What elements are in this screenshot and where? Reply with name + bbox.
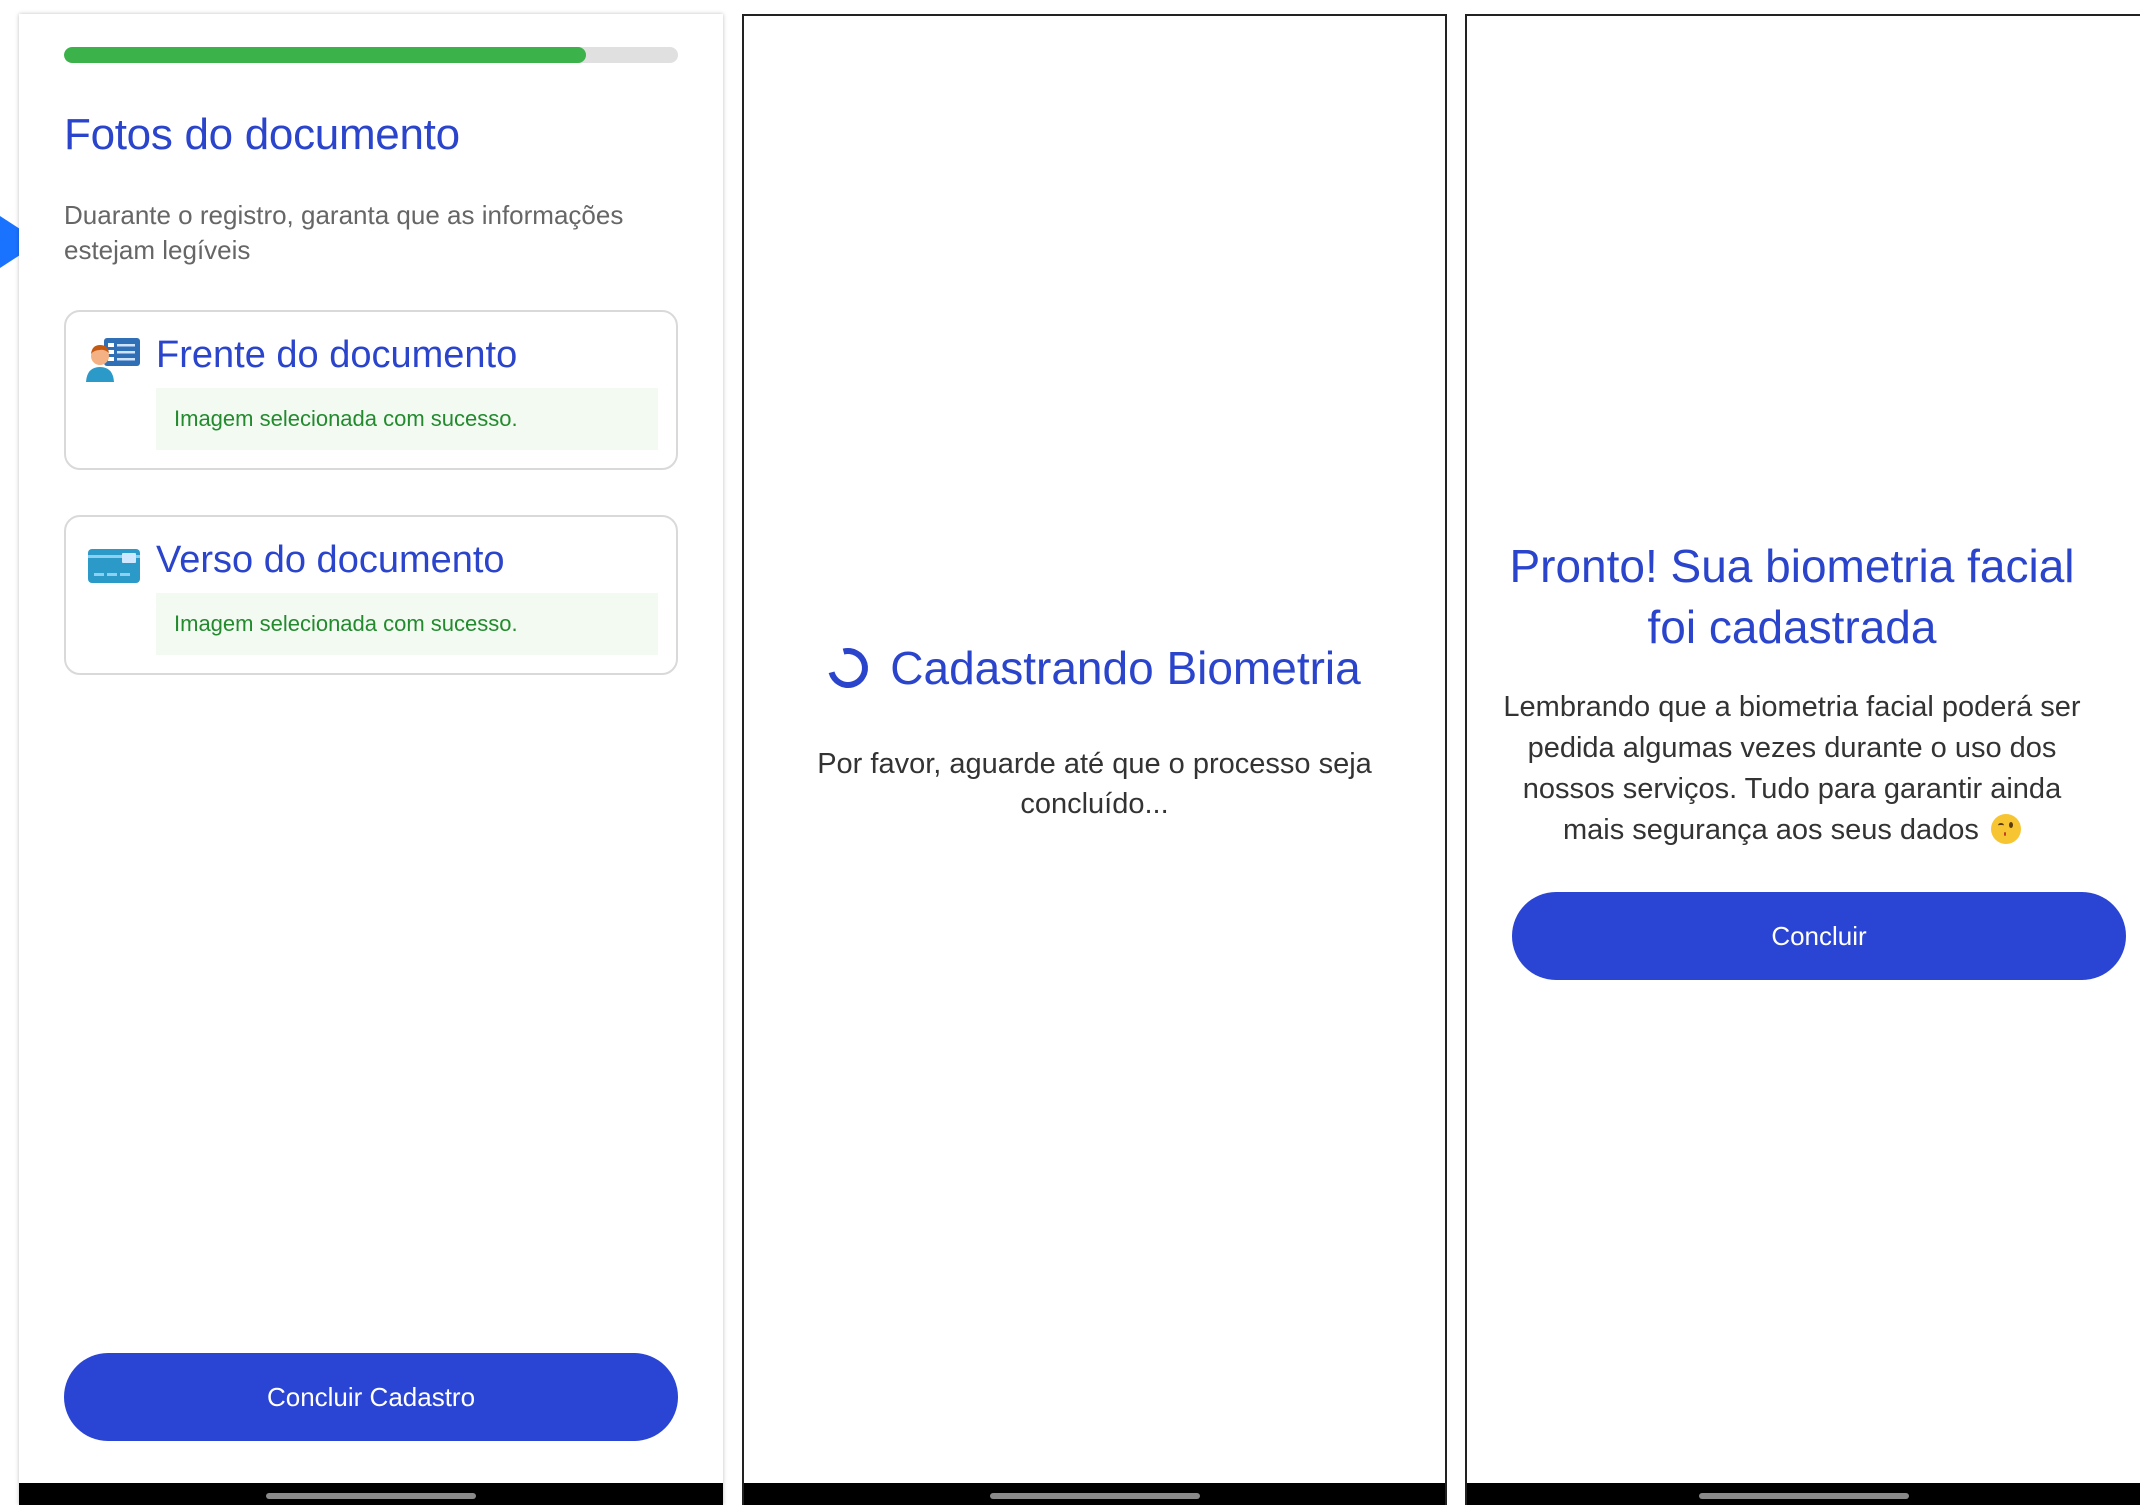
navigation-bar xyxy=(19,1483,723,1505)
registering-biometrics-screen: Cadastrando Biometria Por favor, aguarde… xyxy=(742,14,1447,1505)
document-front-status: Imagem selecionada com sucesso. xyxy=(156,388,658,450)
complete-registration-button[interactable]: Concluir Cadastro xyxy=(64,1353,678,1441)
document-front-card[interactable]: Frente do documento Imagem selecionada c… xyxy=(64,310,678,470)
document-back-status: Imagem selecionada com sucesso. xyxy=(156,593,658,655)
document-front-title: Frente do documento xyxy=(156,334,518,376)
home-indicator[interactable] xyxy=(989,1493,1200,1499)
winking-face-icon xyxy=(1990,814,2021,844)
progress-bar xyxy=(64,47,678,63)
loading-title: Cadastrando Biometria xyxy=(890,642,1361,694)
loading-message: Por favor, aguarde até que o processo se… xyxy=(817,748,1372,820)
progress-bar-fill xyxy=(64,47,586,63)
page-subtitle: Duarante o registro, garanta que as info… xyxy=(64,200,624,265)
document-back-card[interactable]: Verso do documento Imagem selecionada co… xyxy=(64,515,678,675)
document-photos-screen: Fotos do documento Duarante o registro, … xyxy=(19,14,723,1505)
card-back-icon xyxy=(88,549,140,583)
finish-button[interactable]: Concluir xyxy=(1512,892,2126,980)
navigation-bar xyxy=(744,1483,1445,1505)
id-card-person-icon xyxy=(86,338,140,382)
loading-header: Cadastrando Biometria xyxy=(744,640,1445,696)
success-message: Lembrando que a biometria facial poderá … xyxy=(1497,687,2087,851)
home-indicator[interactable] xyxy=(1698,1493,1909,1499)
page-title: Fotos do documento xyxy=(64,110,460,159)
success-title: Pronto! Sua biometria facial foi cadastr… xyxy=(1509,540,2075,653)
document-back-title: Verso do documento xyxy=(156,539,505,581)
navigation-bar xyxy=(1467,1483,2140,1505)
home-indicator[interactable] xyxy=(266,1493,476,1499)
biometrics-done-screen: Pronto! Sua biometria facial foi cadastr… xyxy=(1465,14,2140,1505)
loading-spinner-icon xyxy=(820,640,876,696)
